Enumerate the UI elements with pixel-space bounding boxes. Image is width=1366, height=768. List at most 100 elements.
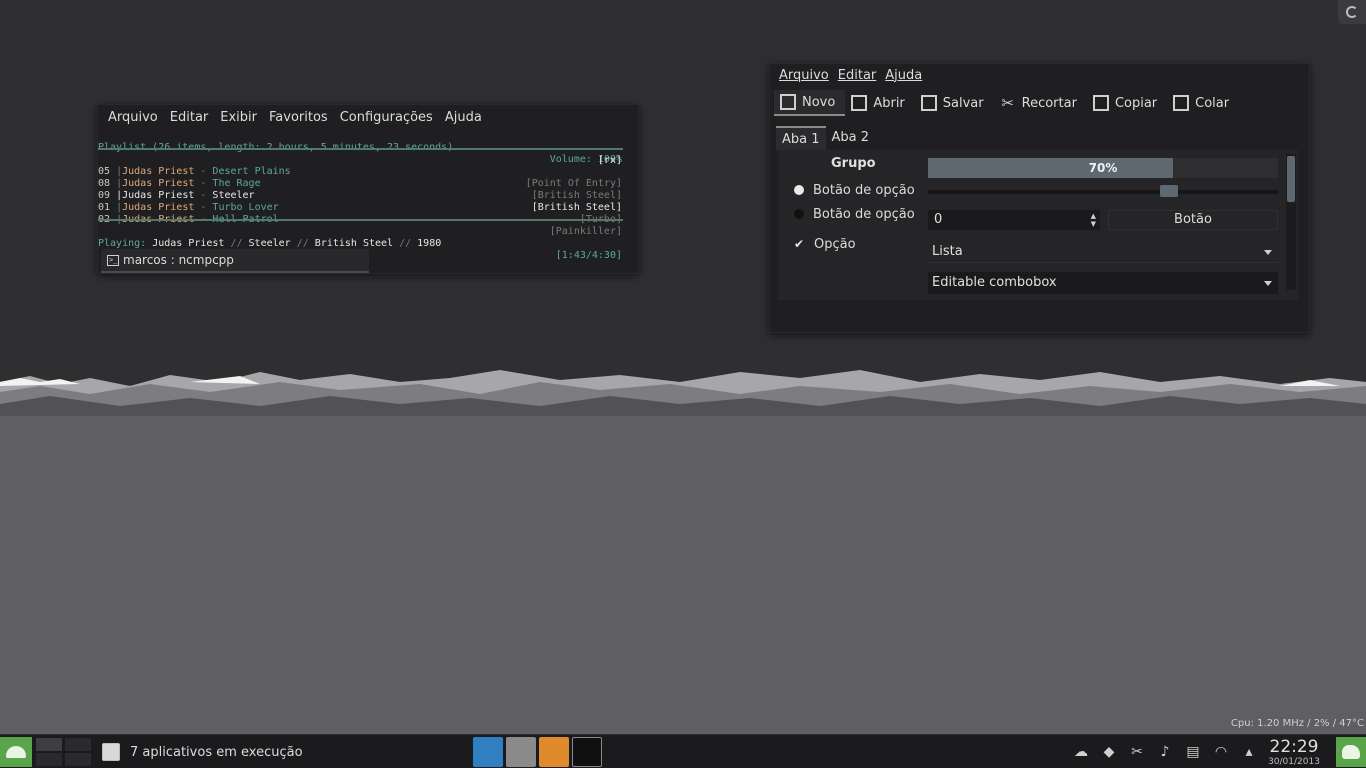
playlist-row[interactable]: 02 |Judas Priest - Hell Patrol [Painkill… <box>98 202 638 237</box>
progress-bar: 70% <box>928 158 1278 178</box>
elapsed-time: [1:43/4:30] <box>555 250 622 261</box>
slider-handle[interactable] <box>1160 185 1178 197</box>
pager-desktop-4[interactable] <box>65 753 91 766</box>
tab-aba-2[interactable]: Aba 2 <box>826 126 876 150</box>
now-playing-prefix: Playing: <box>98 238 153 249</box>
taskbar: 7 aplicativos em execução ☁ ◆ ✂ ♪ ▤ ◠ ▴ … <box>0 734 1366 768</box>
playlist-row-current[interactable]: 09 |Judas Priest - Steeler [British Stee… <box>98 178 638 213</box>
chevron-up-icon[interactable]: ▴ <box>1238 741 1260 763</box>
list-combobox[interactable]: Lista <box>928 241 1278 263</box>
menu-ajuda[interactable]: Ajuda <box>439 110 488 125</box>
terminal-menubar: Arquivo Editar Exibir Favoritos Configur… <box>98 105 638 129</box>
playlist-header: Playlist (26 items, length: 2 hours, 5 m… <box>98 130 638 165</box>
desktop-toolbox-button[interactable] <box>1338 0 1366 24</box>
menu-arquivo[interactable]: Arquivo <box>776 68 835 86</box>
widgets-menubar: Arquivo Editar Ajuda <box>776 68 928 86</box>
playlist-row[interactable]: 05 |Judas Priest - Desert Plains [Point … <box>98 154 638 189</box>
chevron-down-icon <box>1264 250 1272 255</box>
clipboard-icon[interactable]: ▤ <box>1182 741 1204 763</box>
dropbox-icon[interactable]: ◆ <box>1098 741 1120 763</box>
slider-track <box>928 190 1278 194</box>
menu-configuracoes[interactable]: Configurações <box>334 110 439 125</box>
pager-desktop-2[interactable] <box>65 738 91 751</box>
colar-button[interactable]: Colar <box>1167 90 1239 116</box>
browser-launcher-icon[interactable] <box>473 737 503 767</box>
button-label: Colar <box>1195 95 1230 111</box>
digital-clock[interactable]: 22:29 30/01/2013 <box>1262 737 1326 768</box>
tab-bar: Aba 1 Aba 2 <box>776 126 875 150</box>
desktop-lower-area <box>0 416 1366 734</box>
radio-button-1[interactable]: Botão de opção <box>794 180 934 200</box>
terminal-session-tab[interactable]: >_ marcos : ncmpcpp <box>101 249 369 273</box>
push-button[interactable]: Botão <box>1108 210 1278 230</box>
option-checkbox[interactable]: ✔ Opção <box>794 234 856 254</box>
checkbox-label: Opção <box>814 236 856 252</box>
gimp-launcher-icon[interactable] <box>506 737 536 767</box>
terminal-window[interactable]: Arquivo Editar Exibir Favoritos Configur… <box>97 104 639 274</box>
menu-editar[interactable]: Editar <box>835 68 883 86</box>
radio-button-2[interactable]: Botão de opção <box>794 204 934 224</box>
vertical-scrollbar[interactable] <box>1286 154 1296 290</box>
radio-indicator <box>794 209 804 219</box>
scissors-icon[interactable]: ✂ <box>1126 741 1148 763</box>
button-label: Salvar <box>942 95 984 111</box>
task-manager[interactable]: 7 aplicativos em execução <box>100 739 303 765</box>
pager-desktop-3[interactable] <box>36 753 62 766</box>
button-label: Copiar <box>1114 95 1158 111</box>
system-tray: ☁ ◆ ✂ ♪ ▤ ◠ ▴ <box>1070 740 1266 764</box>
copiar-button[interactable]: Copiar <box>1087 90 1167 116</box>
editable-combobox[interactable]: Editable combobox <box>928 272 1278 294</box>
horizontal-slider[interactable] <box>928 185 1278 199</box>
combobox-value: Lista <box>932 244 963 259</box>
eye-of-gnome-launcher-icon[interactable] <box>539 737 569 767</box>
menu-ajuda[interactable]: Ajuda <box>882 68 928 86</box>
weather-cloud-icon[interactable]: ☁ <box>1070 741 1092 763</box>
desktop-pager <box>36 738 92 766</box>
button-label: Abrir <box>873 95 905 111</box>
quick-launchers <box>473 737 605 767</box>
button-label: Novo <box>802 94 836 110</box>
terminal-launcher-icon[interactable] <box>572 737 602 767</box>
menu-editar[interactable]: Editar <box>164 110 215 125</box>
checkmark-icon: ✔ <box>794 237 805 251</box>
tab-aba-1[interactable]: Aba 1 <box>776 126 826 150</box>
wallpaper-mountains <box>0 370 1366 420</box>
cpu-monitor: Cpu: 1.20 MHz / 2% / 47°C <box>1230 718 1364 729</box>
scissors-icon: ✂ <box>1001 94 1014 112</box>
toolbar: Novo Abrir Salvar ✂ Recortar Copiar Cola… <box>774 90 1239 116</box>
spinbox[interactable]: 0 ▲ ▼ <box>928 210 1100 230</box>
paste-icon <box>1173 95 1190 111</box>
terminal-output[interactable]: Playlist (26 items, length: 2 hours, 5 m… <box>98 130 638 261</box>
wifi-icon[interactable]: ◠ <box>1210 741 1232 763</box>
scrollbar-thumb[interactable] <box>1287 156 1295 202</box>
novo-button[interactable]: Novo <box>774 90 846 116</box>
playlist-row[interactable]: 01 |Judas Priest - Turbo Lover [Turbo] <box>98 190 638 225</box>
pager-desktop-1[interactable] <box>36 738 62 751</box>
volume-icon[interactable]: ♪ <box>1154 741 1176 763</box>
window-group-icon <box>102 743 120 761</box>
widget-demo-window[interactable]: Arquivo Editar Ajuda Novo Abrir Salvar ✂… <box>769 63 1310 333</box>
elephant-icon <box>1342 745 1360 759</box>
plasma-cashew-button[interactable] <box>1336 737 1366 767</box>
now-playing-title: Steeler <box>248 238 291 249</box>
salvar-button[interactable]: Salvar <box>915 90 994 116</box>
spinbox-arrows-icon[interactable]: ▲ ▼ <box>1091 212 1096 228</box>
recortar-button[interactable]: ✂ Recortar <box>994 90 1087 116</box>
application-launcher-button[interactable] <box>0 737 32 767</box>
now-playing-album: British Steel <box>314 238 394 249</box>
new-document-icon <box>780 94 796 110</box>
song-progress-bar[interactable] <box>98 219 623 221</box>
abrir-button[interactable]: Abrir <box>845 90 914 116</box>
session-title: marcos : ncmpcpp <box>123 253 234 267</box>
clock-time: 22:29 <box>1269 737 1319 757</box>
now-playing-divider: // <box>393 238 418 249</box>
chevron-down-icon <box>1264 281 1272 286</box>
menu-exibir[interactable]: Exibir <box>214 110 263 125</box>
radio-label: Botão de opção <box>813 182 915 198</box>
menu-arquivo[interactable]: Arquivo <box>102 110 164 125</box>
save-icon <box>920 95 937 111</box>
combobox-value: Editable combobox <box>932 275 1057 290</box>
now-playing-divider: // <box>224 238 249 249</box>
playlist-row[interactable]: 08 |Judas Priest - The Rage [British Ste… <box>98 166 638 201</box>
menu-favoritos[interactable]: Favoritos <box>263 110 334 125</box>
